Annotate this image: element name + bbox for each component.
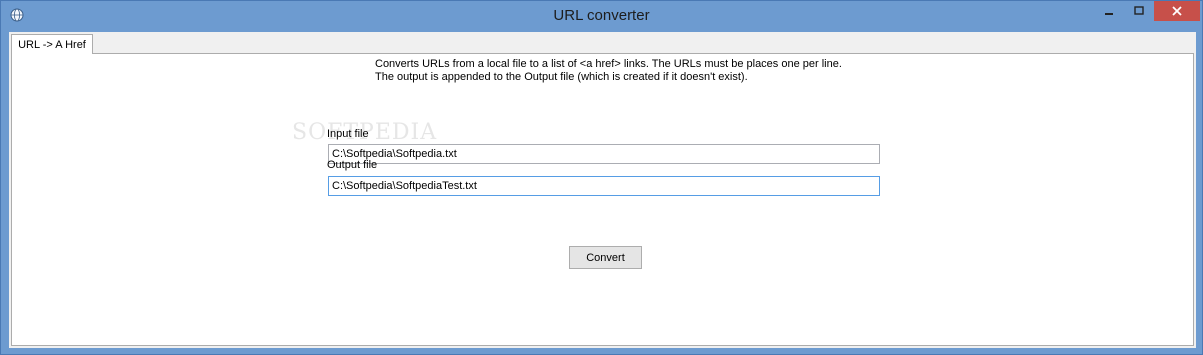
description: Converts URLs from a local file to a lis… <box>375 58 842 84</box>
client-area: URL -> A Href Converts URLs from a local… <box>9 32 1196 348</box>
app-window: URL converter URL -> A Href Converts URL… <box>0 0 1203 355</box>
tab-panel: Converts URLs from a local file to a lis… <box>11 53 1194 346</box>
input-file-label: Input file <box>327 128 369 140</box>
close-button[interactable] <box>1154 1 1200 21</box>
title-bar[interactable]: URL converter <box>1 1 1202 32</box>
minimize-button[interactable] <box>1094 1 1124 21</box>
description-line-1: Converts URLs from a local file to a lis… <box>375 58 842 70</box>
window-title: URL converter <box>553 7 650 24</box>
maximize-icon <box>1134 6 1144 15</box>
minimize-icon <box>1105 13 1113 15</box>
maximize-button[interactable] <box>1124 1 1154 21</box>
tab-url-to-a-href[interactable]: URL -> A Href <box>11 34 93 54</box>
output-file-field[interactable] <box>328 176 880 196</box>
convert-button[interactable]: Convert <box>569 246 642 269</box>
input-file-field[interactable] <box>328 144 880 164</box>
description-line-2: The output is appended to the Output fil… <box>375 71 748 83</box>
output-file-label: Output file <box>327 159 378 171</box>
close-icon <box>1172 6 1182 16</box>
